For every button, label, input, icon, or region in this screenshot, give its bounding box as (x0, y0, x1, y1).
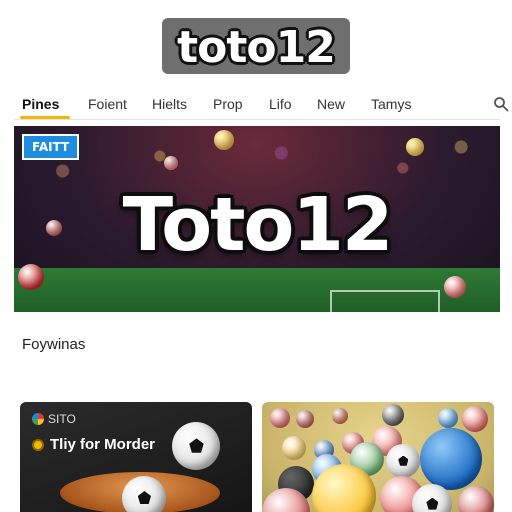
ball-icon (444, 276, 466, 298)
top-nav: Pines Foient Hielts Prop Lifo New Tamys (14, 90, 509, 120)
section-title: Foywinas (22, 336, 86, 353)
pitch-image (14, 268, 500, 312)
provider-icon (32, 413, 44, 425)
nav-item-tamys[interactable]: Tamys (371, 96, 411, 112)
card-meta: SITO (32, 412, 76, 426)
site-logo[interactable]: toto12 (148, 18, 364, 78)
card-meta-text: SITO (48, 412, 76, 426)
coin-icon (32, 438, 44, 451)
card-title: Tliy for Morder (32, 436, 155, 453)
nav-item-pines[interactable]: Pines (22, 96, 59, 112)
ball-icon (332, 408, 348, 424)
soccer-ball-icon (172, 422, 220, 470)
page: toto12 Pines Foient Hielts Prop Lifo New… (0, 0, 512, 512)
game-card[interactable] (262, 402, 494, 512)
ball-icon (270, 408, 290, 428)
nav-item-prop[interactable]: Prop (213, 96, 243, 112)
ball-icon (406, 138, 424, 156)
soccer-ball-icon (386, 444, 420, 478)
ball-icon (438, 408, 458, 428)
card-title-text: Tliy for Morder (50, 436, 156, 453)
pitch-marking (330, 290, 440, 312)
logo-text: toto12 (177, 22, 336, 73)
ball-icon (382, 404, 404, 426)
ball-icon (420, 428, 482, 490)
nav-item-hielts[interactable]: Hielts (152, 96, 187, 112)
nav-item-lifo[interactable]: Lifo (269, 96, 292, 112)
ball-icon (458, 486, 494, 512)
ball-icon (296, 410, 314, 428)
active-tab-indicator (20, 116, 70, 119)
ball-icon (214, 130, 234, 150)
ball-icon (282, 436, 306, 460)
hero-title: Toto12 (122, 182, 394, 268)
nav-item-new[interactable]: New (317, 96, 345, 112)
ball-icon (164, 156, 178, 170)
search-icon[interactable] (493, 96, 509, 112)
hero-banner[interactable]: FAITT Toto12 (14, 126, 500, 312)
ball-icon (462, 406, 488, 432)
game-card[interactable]: SITO Tliy for Morder (20, 402, 252, 512)
soccer-ball-icon (122, 476, 166, 512)
nav-item-foient[interactable]: Foient (88, 96, 127, 112)
hero-badge: FAITT (22, 134, 80, 160)
